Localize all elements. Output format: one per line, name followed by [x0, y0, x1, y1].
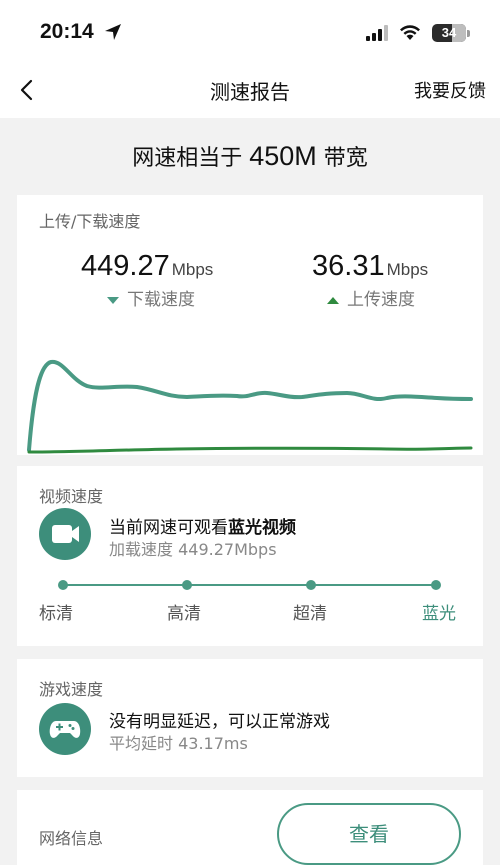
level-label-bluray: 蓝光	[422, 604, 456, 624]
battery-cap	[467, 30, 470, 37]
video-card-title: 视频速度	[39, 487, 104, 506]
network-card-title: 网络信息	[39, 829, 104, 848]
game-main-text: 没有明显延迟，可以正常游戏	[109, 712, 330, 732]
back-chevron-icon[interactable]	[16, 76, 40, 104]
feedback-link[interactable]: 我要反馈	[414, 77, 486, 103]
network-info-card: 网络信息 查看	[17, 790, 483, 865]
upload-speed-line	[27, 446, 473, 454]
headline-prefix: 网速相当于	[132, 146, 243, 171]
status-time: 20:14	[40, 20, 94, 43]
upload-label-text: 上传速度	[347, 290, 415, 310]
video-main-text: 当前网速可观看蓝光视频	[109, 513, 296, 538]
download-label-text: 下载速度	[127, 290, 195, 310]
upload-value: 36.31	[312, 250, 385, 282]
gamepad-icon	[49, 721, 81, 738]
upload-unit: Mbps	[386, 260, 429, 279]
location-arrow-icon	[105, 24, 121, 40]
game-card-title: 游戏速度	[39, 680, 104, 699]
video-icon-circle	[39, 508, 91, 560]
headline-speed: 450M	[249, 141, 317, 171]
game-speed-card: 游戏速度 没有明显延迟，可以正常游戏 平均延时 43.17ms	[17, 659, 483, 777]
speed-card: 上传/下载速度 449.27 Mbps 下载速度 36.31 Mbps 上传速度	[17, 195, 483, 455]
level-label-hd: 高清	[167, 604, 201, 624]
download-value: 449.27	[81, 250, 170, 282]
wifi-icon	[400, 25, 420, 40]
download-speed-line	[27, 359, 473, 452]
status-bar: 20:14 34	[0, 0, 500, 62]
download-unit: Mbps	[171, 260, 214, 279]
upload-triangle-icon	[327, 296, 339, 304]
video-camera-icon	[52, 525, 79, 543]
download-triangle-icon	[107, 296, 119, 304]
game-latency: 平均延时 43.17ms	[109, 734, 248, 753]
nav-bar: 测速报告 我要反馈	[0, 62, 500, 118]
video-load-speed: 加载速度 449.27Mbps	[109, 540, 277, 559]
speed-headline: 网速相当于 450M 带宽	[0, 140, 500, 172]
battery-icon: 34	[432, 24, 466, 42]
level-dot-fhd	[306, 580, 316, 590]
video-speed-card: 视频速度 当前网速可观看蓝光视频 加载速度 449.27Mbps 标清 高清 超…	[17, 466, 483, 646]
view-network-info-button[interactable]: 查看	[277, 803, 461, 865]
download-speed-value: 449.27 Mbps	[81, 250, 213, 283]
signal-icon	[366, 25, 388, 41]
video-level-track	[63, 584, 437, 586]
battery-level: 34	[441, 25, 457, 40]
video-main-bold: 蓝光视频	[228, 518, 296, 538]
level-dot-bluray	[431, 580, 441, 590]
headline-suffix: 带宽	[323, 146, 368, 171]
level-label-fhd: 超清	[293, 604, 327, 624]
level-label-sd: 标清	[39, 604, 73, 624]
upload-speed-value: 36.31 Mbps	[312, 250, 428, 283]
upload-label: 上传速度	[327, 285, 415, 310]
speed-card-title: 上传/下载速度	[39, 212, 141, 231]
video-main-prefix: 当前网速可观看	[109, 518, 228, 538]
level-dot-hd	[182, 580, 192, 590]
game-icon-circle	[39, 703, 91, 755]
speed-chart	[27, 359, 473, 454]
download-label: 下载速度	[107, 285, 195, 310]
level-dot-sd	[58, 580, 68, 590]
